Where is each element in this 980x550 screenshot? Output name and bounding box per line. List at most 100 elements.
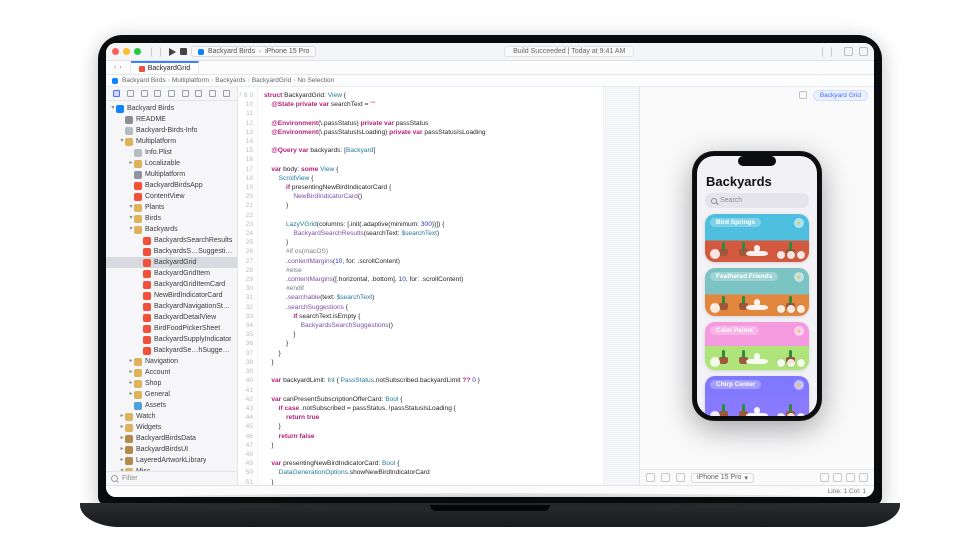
- file-tree-item[interactable]: BackyardSe…hSuggestion: [106, 345, 237, 356]
- file-tree-item[interactable]: BackyardSupplyIndicator: [106, 334, 237, 345]
- file-tree-item[interactable]: ▸General: [106, 389, 237, 400]
- plus-icon[interactable]: [822, 47, 832, 57]
- debug-nav-icon[interactable]: [195, 90, 202, 97]
- plist-icon: [134, 149, 142, 157]
- swift-icon: [143, 347, 151, 355]
- file-tree-item[interactable]: Assets: [106, 400, 237, 411]
- swift-icon: [143, 314, 151, 322]
- zoom-icon[interactable]: [134, 48, 141, 55]
- file-tree-item[interactable]: README: [106, 114, 237, 125]
- file-tree-item[interactable]: ▸Watch: [106, 411, 237, 422]
- backyard-card[interactable]: Calm Palms★: [705, 322, 809, 370]
- file-tree-item[interactable]: ▸Widgets: [106, 422, 237, 433]
- file-tree-item[interactable]: ▾Backyard Birds: [106, 103, 237, 114]
- file-tree-item[interactable]: Backyard-Birds-Info: [106, 125, 237, 136]
- reports-nav-icon[interactable]: [223, 90, 230, 97]
- file-tree[interactable]: ▾Backyard BirdsREADMEBackyard-Birds-Info…: [106, 101, 237, 471]
- bird-badge-icon: [710, 303, 720, 313]
- file-tree-item[interactable]: ▸Localizable: [106, 158, 237, 169]
- file-tree-item-label: Account: [145, 367, 170, 378]
- file-tree-item-label: BackyardSupplyIndicator: [154, 334, 231, 345]
- jump-bar[interactable]: Backyard Birds› Multiplatform› Backyards…: [106, 75, 874, 87]
- source-control-nav-icon[interactable]: [127, 90, 134, 97]
- app-preview[interactable]: Backyards Search Bird Springs★ Feathered …: [697, 156, 817, 416]
- live-preview-button[interactable]: [646, 473, 655, 482]
- file-tree-item-label: BackyardGridItemCard: [154, 279, 225, 290]
- favorite-icon[interactable]: ★: [794, 380, 804, 390]
- file-tree-item[interactable]: ▸BackyardBirdsData: [106, 433, 237, 444]
- variants-button[interactable]: [676, 473, 685, 482]
- pin-preview-button[interactable]: [799, 91, 807, 99]
- run-button[interactable]: [169, 48, 176, 56]
- navigator-selector[interactable]: [106, 87, 237, 101]
- swift-icon: [143, 259, 151, 267]
- backyard-card[interactable]: Chirp Center★: [705, 376, 809, 416]
- file-tree-item[interactable]: ▾Plants: [106, 202, 237, 213]
- file-tree-item[interactable]: ▸Account: [106, 367, 237, 378]
- app-nav-title: Backyards: [697, 174, 817, 193]
- navigator-filter[interactable]: Filter: [106, 471, 237, 485]
- issues-nav-icon[interactable]: [168, 90, 175, 97]
- file-tree-item[interactable]: BackyardNavigationStack: [106, 301, 237, 312]
- find-nav-icon[interactable]: [154, 90, 161, 97]
- favorite-icon[interactable]: ★: [794, 218, 804, 228]
- project-nav-icon[interactable]: [113, 90, 120, 97]
- backyard-card[interactable]: Bird Springs★: [705, 214, 809, 262]
- selectable-preview-button[interactable]: [661, 473, 670, 482]
- backyard-card[interactable]: Feathered Friends★: [705, 268, 809, 316]
- library-button[interactable]: [844, 47, 853, 56]
- file-tree-item[interactable]: ContentView: [106, 191, 237, 202]
- close-icon[interactable]: [112, 48, 119, 55]
- file-tree-item[interactable]: BackyardGridItem: [106, 268, 237, 279]
- file-tree-item-label: ContentView: [145, 191, 185, 202]
- preview-canvas: Backyard Grid Backyards: [639, 87, 874, 485]
- preview-name-pill[interactable]: Backyard Grid: [813, 90, 868, 101]
- minimize-icon[interactable]: [123, 48, 130, 55]
- toggle-inspector-button[interactable]: [859, 47, 868, 56]
- canvas-device-selector[interactable]: iPhone 15 Pro▾: [691, 473, 754, 483]
- zoom-actual-button[interactable]: [833, 473, 842, 482]
- scheme-device-label: iPhone 15 Pro: [265, 48, 309, 55]
- tests-nav-icon[interactable]: [182, 90, 189, 97]
- file-tree-item-label: Backyard Birds: [127, 103, 174, 114]
- md-icon: [125, 116, 133, 124]
- file-tree-item[interactable]: Multiplatform: [106, 169, 237, 180]
- minimap[interactable]: [603, 87, 639, 485]
- source-editor[interactable]: 7 8 9 10 11 12 13 14 15 16 17 18 19 20 2…: [238, 87, 639, 485]
- file-tree-item[interactable]: BirdFoodPickerSheet: [106, 323, 237, 334]
- breakpoints-nav-icon[interactable]: [209, 90, 216, 97]
- favorite-icon[interactable]: ★: [794, 326, 804, 336]
- code-area[interactable]: struct BackyardGrid: View { @State priva…: [258, 87, 603, 485]
- file-tree-item[interactable]: BackyardGrid: [106, 257, 237, 268]
- zoom-out-button[interactable]: [820, 473, 829, 482]
- file-tree-item[interactable]: BackyardsSearchResults: [106, 235, 237, 246]
- tab-back[interactable]: ‹›: [106, 61, 131, 74]
- file-tree-item[interactable]: ▸BackyardBirdsUI: [106, 444, 237, 455]
- favorite-icon[interactable]: ★: [794, 272, 804, 282]
- zoom-fit-button[interactable]: [859, 473, 868, 482]
- file-tree-item[interactable]: Info.Plist: [106, 147, 237, 158]
- file-tree-item[interactable]: BackyardsS…Suggestions: [106, 246, 237, 257]
- file-tree-item[interactable]: BackyardGridItemCard: [106, 279, 237, 290]
- fold-icon: [134, 204, 142, 212]
- file-tree-item[interactable]: ▾Multiplatform: [106, 136, 237, 147]
- file-tree-item[interactable]: ▾Backyards: [106, 224, 237, 235]
- file-tree-item[interactable]: ▾Birds: [106, 213, 237, 224]
- file-tree-item[interactable]: BackyardDetailView: [106, 312, 237, 323]
- file-tree-item[interactable]: BackyardBirdsApp: [106, 180, 237, 191]
- app-search-field[interactable]: Search: [705, 193, 809, 208]
- scheme-selector[interactable]: Backyard Birds › iPhone 15 Pro: [191, 46, 316, 57]
- file-tree-item[interactable]: NewBirdIndicatorCard: [106, 290, 237, 301]
- swift-icon: [134, 193, 142, 201]
- bookmarks-nav-icon[interactable]: [141, 90, 148, 97]
- window-traffic-lights[interactable]: [112, 48, 141, 55]
- toggle-navigator-button[interactable]: [151, 47, 161, 57]
- file-tree-item[interactable]: ▸Navigation: [106, 356, 237, 367]
- laptop-notch: [445, 35, 535, 43]
- zoom-in-button[interactable]: [846, 473, 855, 482]
- file-tree-item-label: Navigation: [145, 356, 178, 367]
- tab-backyard-grid[interactable]: BackyardGrid: [131, 61, 199, 74]
- file-tree-item[interactable]: ▸Shop: [106, 378, 237, 389]
- file-tree-item[interactable]: ▸LayeredArtworkLibrary: [106, 455, 237, 466]
- stop-button[interactable]: [180, 48, 187, 55]
